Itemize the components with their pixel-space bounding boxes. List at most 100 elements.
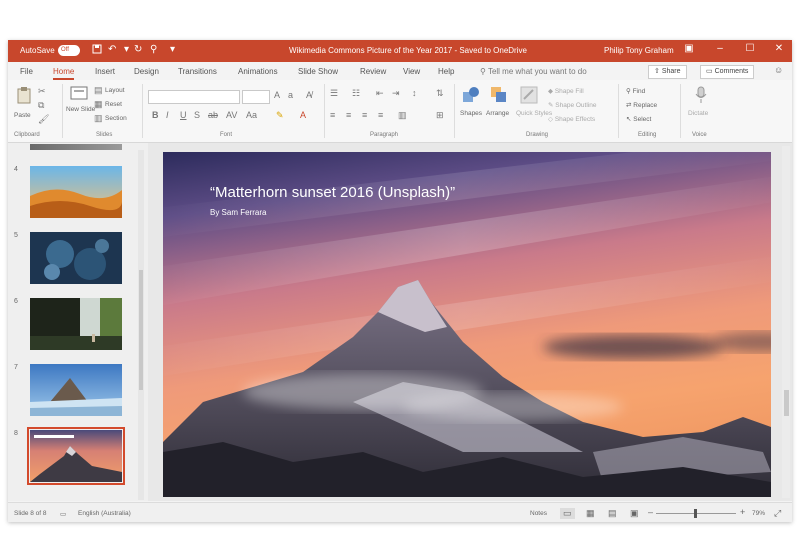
- shapes-icon[interactable]: [462, 86, 480, 108]
- slideshow-icon[interactable]: ▣: [630, 508, 639, 519]
- bullets-icon[interactable]: ☰: [330, 88, 338, 99]
- language-indicator[interactable]: English (Australia): [78, 510, 131, 517]
- paste-icon[interactable]: [16, 86, 32, 108]
- zoom-slider-thumb[interactable]: [694, 509, 697, 518]
- microphone-icon[interactable]: [694, 86, 708, 108]
- spellcheck-icon[interactable]: ▭: [60, 510, 66, 518]
- slide-title[interactable]: “Matterhorn sunset 2016 (Unsplash)”: [210, 184, 455, 201]
- align-left-icon[interactable]: ≡: [330, 110, 335, 120]
- underline-icon[interactable]: U: [180, 110, 187, 120]
- zoom-out-icon[interactable]: –: [648, 507, 653, 517]
- layout-label[interactable]: Layout: [105, 87, 125, 94]
- presenter-icon[interactable]: ⚲: [150, 44, 157, 55]
- reading-view-icon[interactable]: ▤: [608, 508, 617, 519]
- paste-label[interactable]: Paste: [14, 112, 31, 119]
- format-painter-icon[interactable]: 🖌: [38, 114, 49, 125]
- char-spacing-icon[interactable]: AV: [226, 110, 237, 120]
- shape-fill-button[interactable]: ◆ Shape Fill: [548, 87, 584, 95]
- tab-view[interactable]: View: [403, 67, 420, 76]
- section-label[interactable]: Section: [105, 115, 127, 122]
- slide-scrollbar-thumb[interactable]: [784, 390, 789, 416]
- reset-label[interactable]: Reset: [105, 101, 122, 108]
- tab-insert[interactable]: Insert: [95, 67, 115, 76]
- strikethrough-icon[interactable]: ab: [208, 110, 218, 120]
- reset-icon[interactable]: ▦: [94, 99, 103, 110]
- line-spacing-icon[interactable]: ↕: [412, 88, 417, 98]
- replace-button[interactable]: ⇄ Replace: [626, 101, 657, 109]
- bold-icon[interactable]: B: [152, 110, 159, 120]
- tab-review[interactable]: Review: [360, 67, 386, 76]
- slide-thumbnail-selected[interactable]: [27, 427, 125, 485]
- notes-button[interactable]: Notes: [530, 510, 547, 517]
- minimize-icon[interactable]: –: [711, 43, 729, 54]
- zoom-in-icon[interactable]: +: [740, 507, 745, 517]
- smartart-icon[interactable]: ⊞: [436, 110, 444, 121]
- copy-icon[interactable]: ⧉: [38, 100, 44, 111]
- align-right-icon[interactable]: ≡: [362, 110, 367, 120]
- increase-indent-icon[interactable]: ⇥: [392, 88, 400, 99]
- thumbnail-scrollbar-thumb[interactable]: [139, 270, 143, 390]
- slide-thumbnail[interactable]: [30, 298, 122, 350]
- font-size-select[interactable]: [242, 90, 270, 104]
- change-case-icon[interactable]: Aa: [246, 110, 257, 120]
- shapes-label[interactable]: Shapes: [460, 110, 482, 117]
- highlight-icon[interactable]: ✎: [276, 110, 284, 121]
- decrease-font-icon[interactable]: a: [288, 90, 293, 100]
- slide-thumbnail[interactable]: [30, 232, 122, 284]
- shape-effects-button[interactable]: ◇ Shape Effects: [548, 115, 595, 123]
- new-slide-label[interactable]: New Slide: [66, 106, 95, 113]
- shape-outline-button[interactable]: ✎ Shape Outline: [548, 101, 596, 109]
- dictate-label[interactable]: Dictate: [688, 110, 708, 117]
- columns-icon[interactable]: ▥: [398, 110, 407, 121]
- user-name[interactable]: Philip Tony Graham: [604, 46, 674, 55]
- share-button[interactable]: ⇧ Share: [648, 65, 687, 79]
- quick-styles-label[interactable]: Quick Styles: [516, 110, 552, 117]
- fit-slide-icon[interactable]: ⤢: [774, 508, 781, 519]
- decrease-indent-icon[interactable]: ⇤: [376, 88, 384, 99]
- arrange-label[interactable]: Arrange: [486, 110, 509, 117]
- select-button[interactable]: ↖ Select: [626, 115, 651, 123]
- comments-button[interactable]: ▭ Comments: [700, 65, 755, 79]
- font-color-icon[interactable]: A: [300, 110, 306, 120]
- italic-icon[interactable]: I: [166, 110, 169, 120]
- slide-subtitle[interactable]: By Sam Ferrara: [210, 208, 266, 217]
- new-slide-icon[interactable]: [70, 86, 88, 104]
- cut-icon[interactable]: ✂: [38, 86, 46, 97]
- maximize-icon[interactable]: ☐: [741, 43, 759, 54]
- layout-icon[interactable]: ▤: [94, 85, 103, 96]
- increase-font-icon[interactable]: A: [274, 90, 280, 100]
- slide-sorter-icon[interactable]: ▦: [586, 508, 595, 519]
- tab-slide-show[interactable]: Slide Show: [298, 67, 338, 76]
- section-icon[interactable]: ▥: [94, 113, 103, 124]
- save-icon[interactable]: [92, 44, 102, 57]
- current-slide[interactable]: “Matterhorn sunset 2016 (Unsplash)” By S…: [163, 152, 771, 497]
- normal-view-icon[interactable]: ▭: [560, 508, 575, 519]
- clear-format-icon[interactable]: A̸: [306, 90, 312, 100]
- slide-thumbnail[interactable]: [30, 166, 122, 218]
- feedback-icon[interactable]: ☺: [774, 65, 783, 75]
- align-center-icon[interactable]: ≡: [346, 110, 351, 120]
- slide-scrollbar[interactable]: [782, 146, 790, 498]
- redo-icon[interactable]: ↻: [134, 44, 142, 55]
- find-button[interactable]: ⚲ Find: [626, 87, 645, 95]
- dropdown-icon[interactable]: ▾: [124, 44, 129, 55]
- numbering-icon[interactable]: ☷: [352, 88, 360, 99]
- slide-thumbnail[interactable]: [30, 364, 122, 416]
- undo-icon[interactable]: ↶: [108, 44, 116, 55]
- text-direction-icon[interactable]: ⇅: [436, 88, 444, 99]
- justify-icon[interactable]: ≡: [378, 110, 383, 120]
- tab-help[interactable]: Help: [438, 67, 454, 76]
- font-name-select[interactable]: [148, 90, 240, 104]
- close-icon[interactable]: ✕: [770, 43, 788, 54]
- customize-qat-icon[interactable]: ▾: [170, 44, 175, 55]
- tab-design[interactable]: Design: [134, 67, 159, 76]
- quick-styles-icon[interactable]: [520, 86, 538, 108]
- zoom-level[interactable]: 79%: [752, 510, 765, 517]
- tab-home[interactable]: Home: [53, 67, 75, 80]
- autosave-toggle[interactable]: Off: [58, 45, 80, 56]
- tell-me-search[interactable]: ⚲ Tell me what you want to do: [480, 67, 587, 76]
- ribbon-display-icon[interactable]: ▣: [680, 43, 698, 54]
- shadow-icon[interactable]: S: [194, 110, 200, 120]
- arrange-icon[interactable]: [490, 86, 508, 108]
- slide-thumbnail-partial[interactable]: [30, 144, 122, 150]
